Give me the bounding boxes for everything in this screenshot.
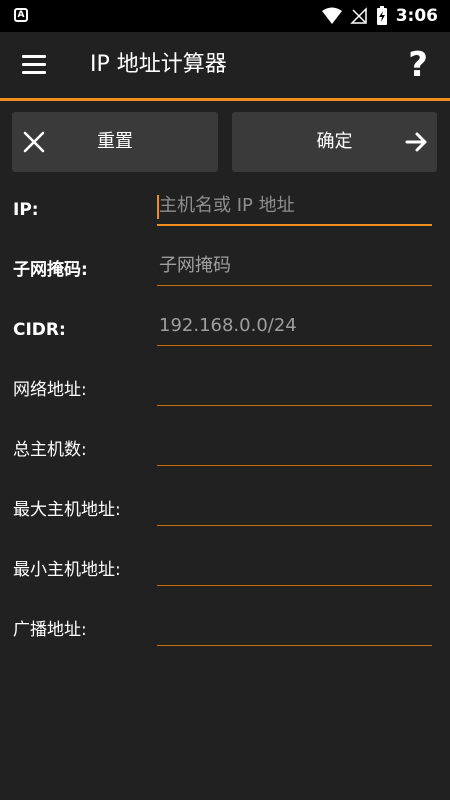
total-hosts-field	[157, 428, 432, 466]
subnet-mask-input[interactable]: 子网掩码	[157, 248, 432, 286]
signal-off-icon	[349, 7, 367, 24]
subnet-mask-placeholder: 子网掩码	[159, 255, 231, 276]
status-time: 3:06	[395, 6, 438, 26]
max-host-row: 最大主机地址:	[0, 480, 450, 540]
total-hosts-label: 总主机数:	[13, 440, 87, 460]
reset-button[interactable]: 重置	[12, 112, 218, 172]
ip-input-placeholder: 主机名或 IP 地址	[159, 195, 295, 216]
min-host-field	[157, 548, 432, 586]
battery-charging-icon	[376, 6, 387, 25]
confirm-button[interactable]: 确定	[232, 112, 437, 172]
broadcast-label: 广播地址:	[13, 620, 87, 640]
min-host-label: 最小主机地址:	[13, 560, 121, 580]
network-address-row: 网络地址:	[0, 360, 450, 420]
broadcast-field	[157, 608, 432, 646]
status-bar: A 3:06	[0, 0, 450, 32]
network-address-field	[157, 368, 432, 406]
cidr-placeholder: 192.168.0.0/24	[159, 315, 297, 336]
reset-button-label: 重置	[97, 131, 133, 152]
cidr-input[interactable]: 192.168.0.0/24	[157, 308, 432, 346]
ip-row: IP: 主机名或 IP 地址	[0, 180, 450, 240]
help-icon[interactable]: ?	[408, 45, 428, 85]
network-address-label: 网络地址:	[13, 380, 87, 400]
broadcast-row: 广播地址:	[0, 600, 450, 660]
ip-input[interactable]: 主机名或 IP 地址	[157, 188, 432, 226]
max-host-field	[157, 488, 432, 526]
ip-label: IP:	[13, 200, 39, 220]
hamburger-menu-icon[interactable]	[22, 55, 48, 75]
min-host-row: 最小主机地址:	[0, 540, 450, 600]
app-toolbar: IP 地址计算器 ?	[0, 32, 450, 98]
status-icons: 3:06	[321, 5, 438, 27]
app-notification-icon: A	[14, 8, 28, 22]
cidr-row: CIDR: 192.168.0.0/24	[0, 300, 450, 360]
cidr-label: CIDR:	[13, 320, 66, 340]
max-host-label: 最大主机地址:	[13, 500, 121, 520]
arrow-right-icon	[405, 132, 427, 152]
total-hosts-row: 总主机数:	[0, 420, 450, 480]
app-title: IP 地址计算器	[90, 52, 227, 77]
wifi-icon	[321, 7, 342, 24]
subnet-mask-label: 子网掩码:	[13, 260, 88, 280]
subnet-mask-row: 子网掩码: 子网掩码	[0, 240, 450, 300]
toolbar-accent-divider	[0, 98, 450, 101]
